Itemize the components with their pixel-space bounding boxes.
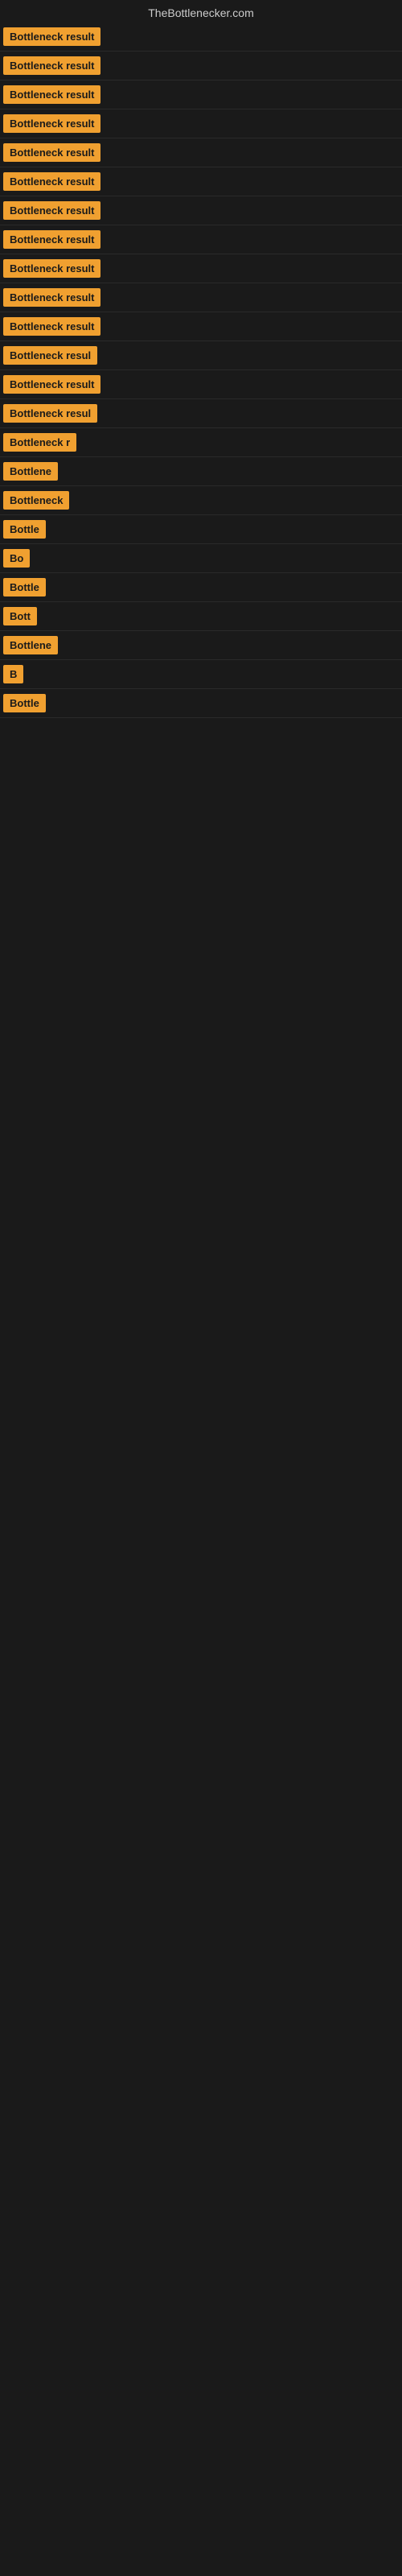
list-item: Bo	[0, 544, 402, 573]
bottleneck-result-badge[interactable]: Bott	[3, 607, 37, 625]
list-item: Bott	[0, 602, 402, 631]
bottleneck-result-badge[interactable]: Bottleneck result	[3, 201, 100, 220]
list-item: Bottleneck result	[0, 23, 402, 52]
list-item: Bottleneck result	[0, 283, 402, 312]
list-item: Bottleneck result	[0, 167, 402, 196]
bottleneck-result-badge[interactable]: Bottleneck result	[3, 143, 100, 162]
site-title: TheBottlenecker.com	[0, 0, 402, 23]
list-item: Bottle	[0, 689, 402, 718]
bottleneck-result-badge[interactable]: Bottle	[3, 520, 46, 539]
list-item: Bottleneck result	[0, 312, 402, 341]
list-item: Bottleneck result	[0, 109, 402, 138]
bottleneck-result-badge[interactable]: Bottleneck result	[3, 259, 100, 278]
list-item: Bottleneck result	[0, 196, 402, 225]
list-item: Bottleneck result	[0, 138, 402, 167]
bottleneck-result-badge[interactable]: Bottleneck result	[3, 114, 100, 133]
bottleneck-result-badge[interactable]: Bottleneck result	[3, 288, 100, 307]
list-item: B	[0, 660, 402, 689]
list-item: Bottleneck r	[0, 428, 402, 457]
bottleneck-result-badge[interactable]: Bottleneck result	[3, 172, 100, 191]
bottleneck-result-badge[interactable]: Bottleneck result	[3, 85, 100, 104]
bottleneck-result-badge[interactable]: Bottleneck	[3, 491, 69, 510]
bottleneck-result-badge[interactable]: Bottle	[3, 694, 46, 712]
bottleneck-result-badge[interactable]: Bottleneck result	[3, 56, 100, 75]
bottleneck-result-badge[interactable]: B	[3, 665, 23, 683]
bottleneck-result-badge[interactable]: Bottlene	[3, 636, 58, 654]
bottleneck-result-badge[interactable]: Bottleneck resul	[3, 346, 97, 365]
bottleneck-result-badge[interactable]: Bottle	[3, 578, 46, 597]
list-item: Bottlene	[0, 457, 402, 486]
bottleneck-result-badge[interactable]: Bottlene	[3, 462, 58, 481]
bottleneck-result-badge[interactable]: Bottleneck result	[3, 375, 100, 394]
bottleneck-result-badge[interactable]: Bottleneck result	[3, 230, 100, 249]
list-item: Bottlene	[0, 631, 402, 660]
list-item: Bottleneck result	[0, 225, 402, 254]
bottleneck-result-badge[interactable]: Bottleneck resul	[3, 404, 97, 423]
list-item: Bottleneck resul	[0, 341, 402, 370]
list-item: Bottleneck	[0, 486, 402, 515]
bottleneck-result-badge[interactable]: Bottleneck result	[3, 317, 100, 336]
list-item: Bottle	[0, 515, 402, 544]
list-item: Bottleneck result	[0, 52, 402, 80]
list-item: Bottle	[0, 573, 402, 602]
bottleneck-result-badge[interactable]: Bo	[3, 549, 30, 568]
list-item: Bottleneck result	[0, 80, 402, 109]
list-item: Bottleneck result	[0, 254, 402, 283]
bottleneck-result-badge[interactable]: Bottleneck result	[3, 27, 100, 46]
list-item: Bottleneck resul	[0, 399, 402, 428]
list-item: Bottleneck result	[0, 370, 402, 399]
bottleneck-result-badge[interactable]: Bottleneck r	[3, 433, 76, 452]
